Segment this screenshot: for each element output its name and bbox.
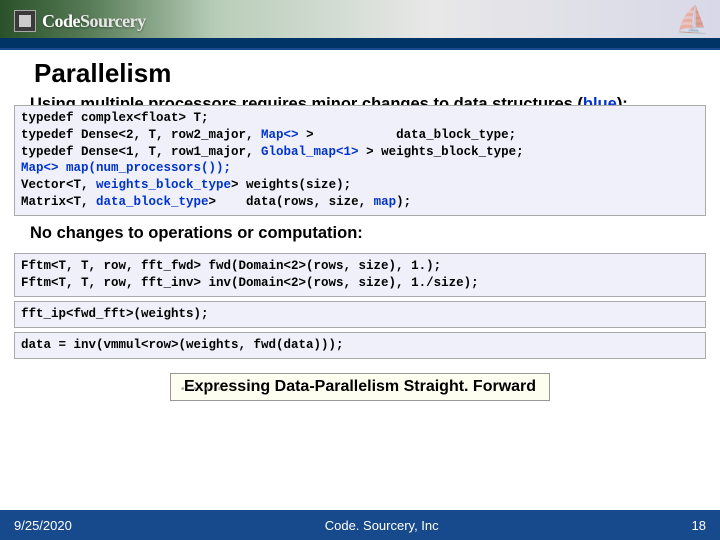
code-block-2: Fftm<T, T, row, fft_fwd> fwd(Domain<2>(r… [14, 253, 706, 297]
code-stack: Fftm<T, T, row, fft_fwd> fwd(Domain<2>(r… [14, 253, 706, 359]
code-line: Fftm<T, T, row, fft_fwd> fwd(Domain<2>(r… [21, 258, 699, 275]
slide-title: Parallelism [0, 50, 720, 93]
logo-text: CodeSourcery [42, 11, 146, 32]
brand-part1: Code [42, 11, 80, 31]
header-accent-bar [0, 38, 720, 48]
header-banner: CodeSourcery ⛵ [0, 0, 720, 48]
code-line: typedef Dense<1, T, row1_major, Global_m… [21, 144, 699, 161]
callout-box: Expressing Data-Parallelism Straight. Fo… [170, 373, 550, 401]
callout-text: Expressing Data-Parallelism Straight. Fo… [184, 378, 536, 395]
ship-icon: ⛵ [675, 4, 710, 37]
code-block-1: typedef complex<float> T; typedef Dense<… [14, 105, 706, 216]
slide-body: Using multiple processors requires minor… [0, 93, 720, 510]
footer-org: Code. Sourcery, Inc [72, 518, 692, 533]
code-line: Vector<T, weights_block_type> weights(si… [21, 177, 699, 194]
code-line: Matrix<T, data_block_type> data(rows, si… [21, 194, 699, 211]
code-line: Fftm<T, T, row, fft_inv> inv(Domain<2>(r… [21, 275, 699, 292]
code-line: data = inv(vmmul<row>(weights, fwd(data)… [21, 337, 699, 354]
code-line: fft_ip<fwd_fft>(weights); [21, 306, 699, 323]
subtitle: No changes to operations or computation: [14, 216, 706, 247]
footer-page: 18 [692, 518, 706, 533]
code-block-4: data = inv(vmmul<row>(weights, fwd(data)… [14, 332, 706, 359]
logo-icon [14, 10, 36, 32]
footer: 9/25/2020 Code. Sourcery, Inc 18 [0, 510, 720, 540]
logo: CodeSourcery [14, 10, 146, 32]
code-line: Map<> map(num_processors()); [21, 160, 699, 177]
footer-date: 9/25/2020 [14, 518, 72, 533]
code-line: typedef Dense<2, T, row2_major, Map<> > … [21, 127, 699, 144]
code-block-3: fft_ip<fwd_fft>(weights); [14, 301, 706, 328]
slide: CodeSourcery ⛵ Parallelism Using multipl… [0, 0, 720, 540]
code-line: typedef complex<float> T; [21, 110, 699, 127]
brand-part2: Sourcery [80, 11, 146, 31]
callout-dots: • • • • [181, 384, 224, 396]
